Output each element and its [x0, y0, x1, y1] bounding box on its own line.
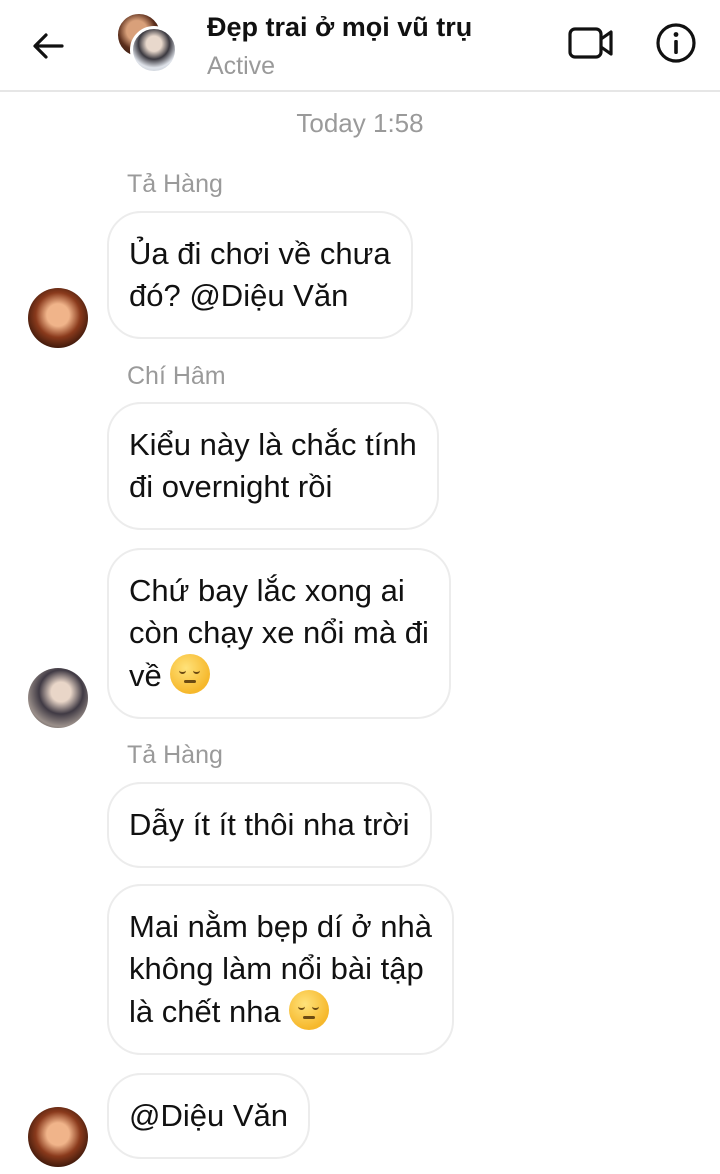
message-bubble[interactable]: Kiểu này là chắc tính đi overnight rồi [107, 402, 439, 530]
pensive-face-emoji [170, 654, 211, 694]
message-text: Mai nằm bẹp dí ở nhà không làm nổi bài t… [129, 909, 432, 1029]
chat-title[interactable]: Đẹp trai ở mọi vũ trụ [207, 12, 472, 43]
avatar[interactable] [28, 288, 88, 348]
message-bubble[interactable]: Chứ bay lắc xong ai còn chạy xe nổi mà đ… [107, 548, 451, 719]
pensive-face-emoji [289, 990, 330, 1030]
group-avatar[interactable] [116, 12, 180, 76]
message-text: Kiểu này là chắc tính đi overnight rồi [129, 427, 417, 504]
message-timestamp: Today 1:58 [296, 108, 424, 138]
avatar [130, 26, 178, 74]
avatar[interactable] [28, 1107, 88, 1167]
sender-name: Chí Hâm [127, 362, 226, 390]
video-camera-icon[interactable] [566, 22, 616, 64]
message-text: Dẫy ít ít thôi nha trời [129, 807, 410, 842]
message-text: @Diệu Văn [129, 1098, 288, 1133]
chat-header: Đẹp trai ở mọi vũ trụ Active [0, 0, 720, 92]
back-arrow-icon[interactable] [28, 26, 68, 66]
message-bubble[interactable]: @Diệu Văn [107, 1073, 310, 1159]
message-bubble[interactable]: Ủa đi chơi về chưa đó? @Diệu Văn [107, 211, 413, 339]
message-bubble[interactable]: Mai nằm bẹp dí ở nhà không làm nổi bài t… [107, 884, 454, 1055]
active-status: Active [207, 52, 276, 80]
message-text: Ủa đi chơi về chưa đó? @Diệu Văn [129, 236, 391, 313]
info-circle-icon[interactable] [654, 21, 698, 65]
sender-name: Tả Hàng [127, 170, 223, 198]
message-bubble[interactable]: Dẫy ít ít thôi nha trời [107, 782, 432, 868]
avatar[interactable] [28, 668, 88, 728]
sender-name: Tả Hàng [127, 741, 223, 769]
